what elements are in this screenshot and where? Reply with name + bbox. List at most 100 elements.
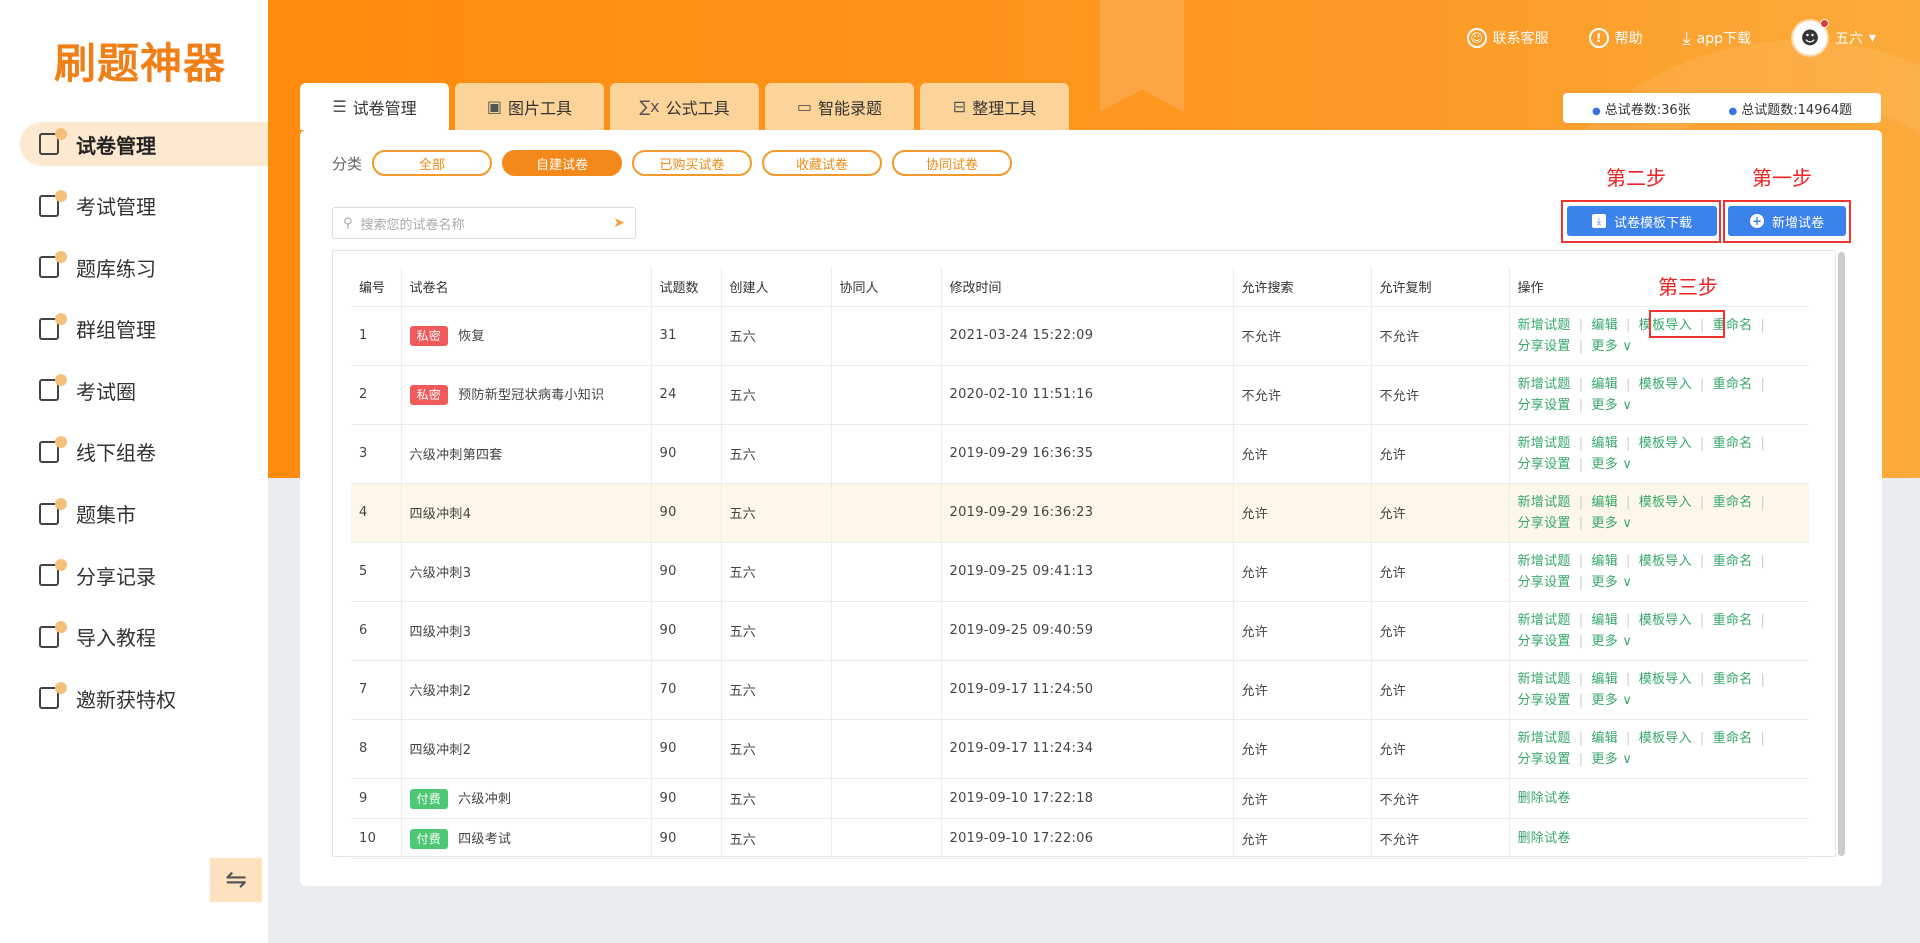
paper-name[interactable]: 四级考试: [458, 832, 511, 847]
rename-link[interactable]: 重命名: [1713, 554, 1753, 569]
paper-name[interactable]: 四级冲刺2: [410, 743, 472, 758]
share-settings-link[interactable]: 分享设置: [1518, 457, 1571, 472]
edit-link[interactable]: 编辑: [1591, 318, 1618, 333]
sidebar-item-exam-circle[interactable]: 考试圈: [0, 368, 268, 412]
rename-link[interactable]: 重命名: [1713, 731, 1753, 746]
template-import-link[interactable]: 模板导入: [1639, 613, 1692, 628]
more-dropdown[interactable]: 更多 ∨: [1591, 575, 1632, 590]
delete-paper-link[interactable]: 删除试卷: [1518, 791, 1571, 806]
chip-purchased[interactable]: 已购买试卷: [632, 150, 753, 176]
paid-tag: 付费: [409, 828, 449, 849]
add-question-link[interactable]: 新增试题: [1518, 436, 1571, 451]
rename-link[interactable]: 重命名: [1713, 436, 1753, 451]
sigma-icon: ∑x: [639, 97, 660, 116]
cell-creator: 五六: [720, 541, 832, 602]
delete-paper-link[interactable]: 删除试卷: [1518, 831, 1571, 846]
search-input[interactable]: ⚲ 搜索您的试卷名称 ➤: [332, 207, 636, 239]
template-import-link[interactable]: 模板导入: [1639, 554, 1692, 569]
sidebar-item-paper-management[interactable]: 试卷管理: [20, 122, 268, 166]
sidebar-item-question-practice[interactable]: 题库练习: [0, 245, 268, 289]
edit-link[interactable]: 编辑: [1591, 554, 1618, 569]
template-import-link[interactable]: 模板导入: [1639, 672, 1692, 687]
add-question-link[interactable]: 新增试题: [1518, 613, 1571, 628]
app-download-link[interactable]: ⤓ app下载: [1683, 28, 1751, 49]
share-settings-link[interactable]: 分享设置: [1518, 516, 1571, 531]
tab-image-tool[interactable]: ▣ 图片工具: [455, 83, 604, 130]
rename-link[interactable]: 重命名: [1713, 377, 1753, 392]
share-settings-link[interactable]: 分享设置: [1518, 634, 1571, 649]
share-settings-link[interactable]: 分享设置: [1518, 693, 1571, 708]
cell-allow-search: 允许: [1232, 541, 1372, 602]
table-scrollbar[interactable]: [1838, 252, 1845, 856]
more-dropdown[interactable]: 更多 ∨: [1591, 693, 1632, 708]
more-dropdown[interactable]: 更多 ∨: [1591, 752, 1632, 767]
more-dropdown[interactable]: 更多 ∨: [1591, 516, 1632, 531]
paper-name[interactable]: 六级冲刺3: [410, 566, 472, 581]
cell-count: 90: [650, 423, 722, 484]
add-question-link[interactable]: 新增试题: [1518, 672, 1571, 687]
chip-all[interactable]: 全部: [372, 150, 493, 176]
template-import-link[interactable]: 模板导入: [1639, 731, 1692, 746]
add-question-link[interactable]: 新增试题: [1518, 318, 1571, 333]
template-import-link[interactable]: 模板导入: [1639, 377, 1692, 392]
add-question-link[interactable]: 新增试题: [1518, 731, 1571, 746]
edit-link[interactable]: 编辑: [1591, 672, 1618, 687]
share-settings-link[interactable]: 分享设置: [1518, 339, 1571, 354]
sidebar-item-share-records[interactable]: 分享记录: [0, 553, 268, 597]
send-icon[interactable]: ➤: [613, 215, 625, 231]
edit-link[interactable]: 编辑: [1591, 377, 1618, 392]
user-menu[interactable]: ☻ 五六 ▾: [1790, 19, 1876, 57]
paper-name[interactable]: 四级冲刺4: [410, 507, 472, 522]
add-question-link[interactable]: 新增试题: [1518, 554, 1571, 569]
table-row: 9 付费 六级冲刺 90 五六 2019-09-10 17:22:18 允许 不允许 删除试卷: [351, 777, 1809, 819]
add-paper-button[interactable]: + 新增试卷: [1728, 206, 1846, 236]
add-question-link[interactable]: 新增试题: [1518, 377, 1571, 392]
sidebar-item-label: 试卷管理: [76, 133, 156, 158]
sidebar-item-label: 邀新获特权: [76, 687, 176, 712]
tab-smart-entry[interactable]: ▭ 智能录题: [765, 83, 914, 130]
store-icon: [38, 497, 67, 526]
edit-link[interactable]: 编辑: [1591, 495, 1618, 510]
template-import-link[interactable]: 模板导入: [1639, 436, 1692, 451]
share-settings-link[interactable]: 分享设置: [1518, 398, 1571, 413]
chip-self-built[interactable]: 自建试卷: [502, 150, 623, 176]
chip-favorites[interactable]: 收藏试卷: [762, 150, 883, 176]
sidebar-collapse-button[interactable]: ⇋: [210, 858, 262, 902]
edit-link[interactable]: 编辑: [1591, 731, 1618, 746]
sidebar-item-group-management[interactable]: 群组管理: [0, 307, 268, 351]
sidebar-item-offline-paper[interactable]: 线下组卷: [0, 430, 268, 474]
rename-link[interactable]: 重命名: [1713, 495, 1753, 510]
cell-actions: 删除试卷: [1508, 817, 1809, 859]
edit-link[interactable]: 编辑: [1591, 436, 1618, 451]
rename-link[interactable]: 重命名: [1713, 672, 1753, 687]
more-dropdown[interactable]: 更多 ∨: [1591, 457, 1632, 472]
sidebar-item-exam-management[interactable]: 考试管理: [0, 184, 268, 228]
share-settings-link[interactable]: 分享设置: [1518, 752, 1571, 767]
tab-formula-tool[interactable]: ∑x 公式工具: [610, 83, 759, 130]
sidebar-item-invite-rewards[interactable]: 邀新获特权: [0, 676, 268, 720]
edit-link[interactable]: 编辑: [1591, 613, 1618, 628]
more-dropdown[interactable]: 更多 ∨: [1591, 339, 1632, 354]
paper-name[interactable]: 六级冲刺: [458, 792, 511, 807]
tab-organize-tool[interactable]: ⊟ 整理工具: [920, 83, 1069, 130]
more-dropdown[interactable]: 更多 ∨: [1591, 634, 1632, 649]
template-download-button[interactable]: ⤓ 试卷模板下载: [1567, 206, 1717, 236]
chip-collaborative[interactable]: 协同试卷: [892, 150, 1013, 176]
rename-link[interactable]: 重命名: [1713, 613, 1753, 628]
tab-paper-management[interactable]: ☰ 试卷管理: [300, 83, 449, 130]
share-settings-link[interactable]: 分享设置: [1518, 575, 1571, 590]
template-import-link[interactable]: 模板导入: [1639, 495, 1692, 510]
separator: |: [1626, 730, 1631, 746]
sidebar-item-question-market[interactable]: 题集市: [0, 492, 268, 536]
add-question-link[interactable]: 新增试题: [1518, 495, 1571, 510]
help-link[interactable]: ! 帮助: [1588, 28, 1643, 48]
paper-name[interactable]: 四级冲刺3: [410, 625, 472, 640]
more-dropdown[interactable]: 更多 ∨: [1591, 398, 1632, 413]
contact-service-link[interactable]: ☺ 联系客服: [1466, 28, 1549, 48]
paper-name[interactable]: 六级冲刺2: [410, 684, 472, 699]
paper-name[interactable]: 六级冲刺第四套: [410, 448, 503, 463]
cell-allow-search: 允许: [1232, 817, 1372, 859]
paper-name[interactable]: 恢复: [458, 329, 485, 344]
sidebar-item-import-tutorial[interactable]: 导入教程: [0, 615, 268, 659]
paper-name[interactable]: 预防新型冠状病毒小知识: [458, 388, 604, 403]
